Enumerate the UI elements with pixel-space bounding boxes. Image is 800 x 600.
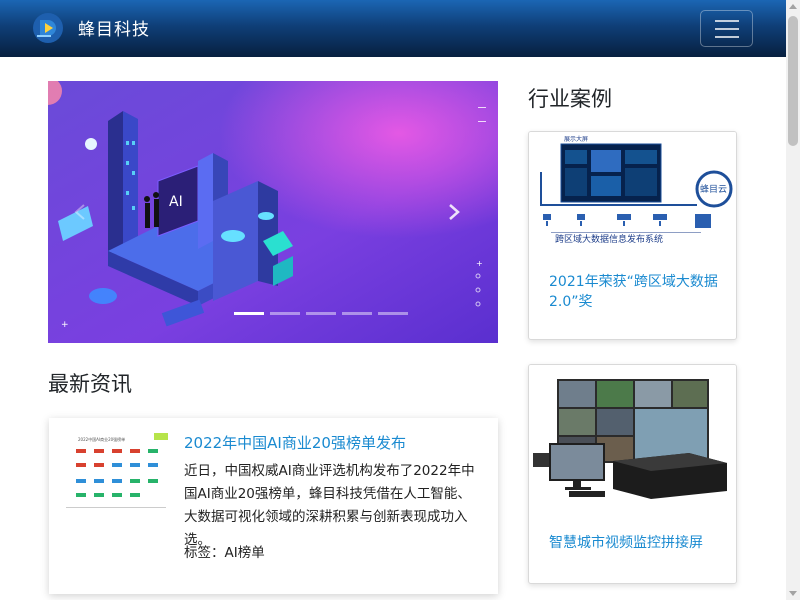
news-tags[interactable]: 标签：AI榜单: [184, 541, 265, 561]
case-image-data-system: 展示大屏 蜂目云 跨区域大数据信息发布系统: [529, 132, 736, 257]
carousel-indicator[interactable]: [234, 312, 264, 315]
news-title-link[interactable]: 2022年中国AI商业20强榜单发布: [184, 432, 406, 453]
top-navbar: 蜂目科技: [0, 0, 786, 57]
news-card[interactable]: 2022中国AI商业20强榜单 2022年中国AI商业20强榜单发布 近日，中国…: [49, 418, 498, 594]
cases-section-title: 行业案例: [528, 87, 612, 111]
svg-text:AI: AI: [169, 194, 183, 210]
carousel-indicators: [234, 312, 408, 315]
carousel-slide-image: AI + +: [48, 81, 498, 343]
news-section-title: 最新资讯: [48, 372, 132, 396]
chevron-right-icon: [449, 204, 460, 220]
chevron-left-icon: [74, 204, 85, 220]
brand-name[interactable]: 蜂目科技: [78, 15, 150, 40]
scroll-down-arrow-icon[interactable]: [789, 591, 797, 596]
case-caption-link[interactable]: 智慧城市视频监控拼接屏: [549, 533, 724, 553]
case-caption-link[interactable]: 2021年荣获“跨区域大数据2.0”奖: [549, 272, 724, 312]
page-scrollbar[interactable]: [786, 0, 800, 600]
carousel-prev-button[interactable]: [48, 81, 108, 343]
carousel-indicator[interactable]: [270, 312, 300, 315]
hamburger-icon: [715, 20, 739, 22]
scrollbar-thumb[interactable]: [788, 16, 798, 146]
scroll-up-arrow-icon[interactable]: [789, 4, 797, 9]
carousel-next-button[interactable]: [438, 81, 498, 343]
svg-text:2022中国AI商业20强榜单: 2022中国AI商业20强榜单: [78, 436, 125, 442]
case-card[interactable]: 展示大屏 蜂目云 跨区域大数据信息发布系统 2021年荣获“跨区域大数据2.0”…: [528, 131, 737, 340]
news-summary: 近日，中国权威AI商业评选机构发布了2022年中国AI商业20强榜单，蜂目科技凭…: [184, 463, 475, 548]
hero-carousel[interactable]: AI + +: [48, 81, 498, 343]
news-thumbnail-image: 2022中国AI商业20强榜单: [64, 431, 169, 515]
brand-logo-icon[interactable]: [31, 11, 65, 45]
svg-text:跨区域大数据信息发布系统: 跨区域大数据信息发布系统: [555, 233, 663, 245]
svg-text:展示大屏: 展示大屏: [564, 135, 588, 143]
case-card[interactable]: 智慧城市视频监控拼接屏: [528, 364, 737, 584]
svg-text:蜂目云: 蜂目云: [700, 183, 727, 195]
carousel-indicator[interactable]: [378, 312, 408, 315]
menu-toggle-button[interactable]: [700, 10, 753, 47]
case-image-video-wall: [529, 365, 736, 505]
carousel-indicator[interactable]: [342, 312, 372, 315]
carousel-indicator[interactable]: [306, 312, 336, 315]
